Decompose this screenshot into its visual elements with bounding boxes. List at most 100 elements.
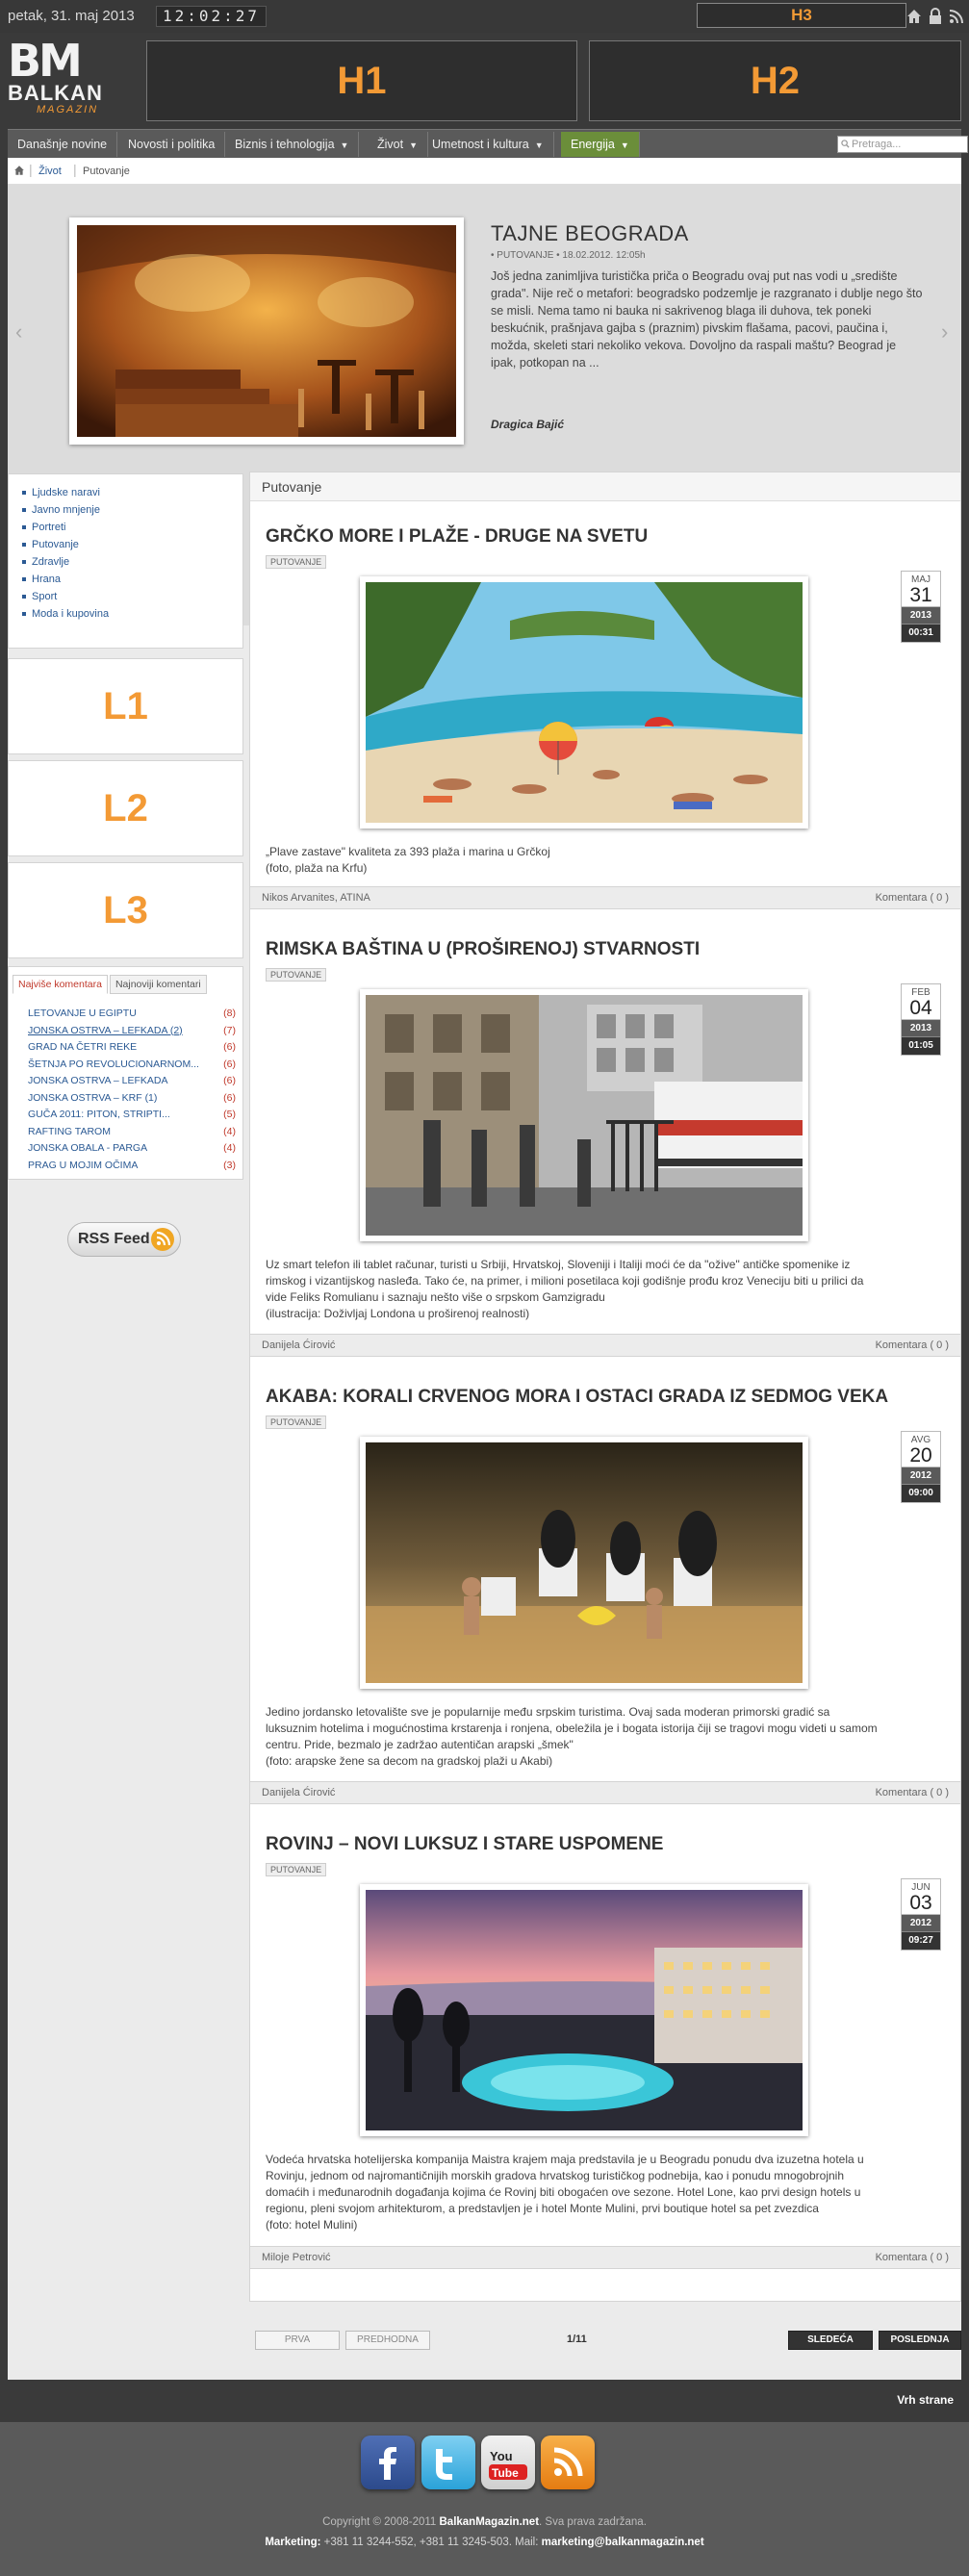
article-title[interactable]: RIMSKA BAŠTINA U (PROŠIRENOJ) STVARNOSTI (266, 939, 700, 960)
comment-title: RAFTING TAROM (28, 1125, 111, 1137)
article-comments-link[interactable]: Komentara ( 0 ) (876, 887, 949, 908)
home-icon[interactable] (13, 165, 25, 176)
h3-ad-slot[interactable]: H3 (697, 3, 906, 28)
featured-title[interactable]: TAJNE BEOGRADA (491, 221, 689, 246)
current-date: petak, 31. maj 2013 (8, 8, 135, 24)
article-datebox: MAJ 31 2013 00:31 (901, 571, 941, 643)
twitter-icon[interactable] (421, 2436, 475, 2489)
article-datebox: FEB 04 2013 01:05 (901, 983, 941, 1056)
main-nav: Današnje novine Novosti i politika Bizni… (8, 129, 968, 158)
category-link[interactable]: Javno mnjenje (22, 501, 242, 519)
category-link[interactable]: Zdravlje (22, 553, 242, 571)
prev-page-button[interactable]: PREDHODNA (345, 2331, 430, 2350)
search-input[interactable]: Pretraga... (837, 136, 968, 153)
rss-feed-button[interactable]: RSS Feed (67, 1222, 181, 1257)
category-link[interactable]: Putovanje (22, 536, 242, 553)
comment-item[interactable]: GUČA 2011: PITON, STRIPTI... (5) (28, 1107, 236, 1124)
rss-signal-icon[interactable] (947, 7, 966, 26)
nav-item-novosti-i-politika[interactable]: Novosti i politika (118, 132, 226, 157)
date-time: 00:31 (902, 624, 940, 642)
comment-count: (5) (223, 1109, 236, 1120)
chevron-down-icon: ▼ (340, 140, 349, 150)
nav-item-umetnost-i-kultura[interactable]: Umetnost i kultura ▼ (422, 132, 554, 157)
article-tag[interactable]: PUTOVANJE (266, 555, 327, 569)
article-comments-link[interactable]: Komentara ( 0 ) (876, 1335, 949, 1356)
svg-text:You: You (490, 2449, 513, 2463)
next-page-button[interactable]: SLEDEĆA (788, 2331, 873, 2350)
article-footer: Danijela Ćirović Komentara ( 0 ) (250, 1781, 960, 1804)
back-to-top-bar: Vrh strane (0, 2380, 969, 2422)
article-image[interactable] (360, 989, 808, 1241)
contact-line: Marketing: +381 11 3244-552, +381 11 324… (0, 2537, 969, 2548)
category-link[interactable]: Portreti (22, 519, 242, 536)
comment-item[interactable]: LETOVANJE U EGIPTU (8) (28, 1006, 236, 1023)
featured-image[interactable] (69, 211, 464, 445)
nav-item-energija[interactable]: Energija ▼ (561, 132, 640, 157)
first-page-button[interactable]: PRVA (255, 2331, 340, 2350)
slider-prev-arrow[interactable]: ‹ (15, 319, 22, 344)
l2-ad-slot[interactable]: L2 (8, 760, 243, 856)
date-day: 31 (909, 584, 932, 606)
comment-item[interactable]: GRAD NA ČETRI REKE (6) (28, 1039, 236, 1057)
digital-clock: 12:02:27 (156, 6, 268, 27)
article-excerpt: Vodeća hrvatska hotelijerska kompanija M… (266, 2153, 864, 2232)
breadcrumb-zivot[interactable]: Život (38, 166, 62, 177)
back-to-top-link[interactable]: Vrh strane (897, 2393, 954, 2407)
last-page-button[interactable]: POSLEDNJA (879, 2331, 961, 2350)
nav-label: Život (377, 138, 404, 151)
facebook-icon[interactable] (361, 2436, 415, 2489)
comment-item[interactable]: JONSKA OSTRVA – LEFKADA (2) (7) (28, 1023, 236, 1040)
category-link[interactable]: Ljudske naravi (22, 484, 242, 501)
article-tag[interactable]: PUTOVANJE (266, 1416, 327, 1429)
comment-title: ŠETNJA PO REVOLUCIONARNOM... (28, 1058, 199, 1070)
tab-latest-comments[interactable]: Najnoviji komentari (109, 975, 207, 994)
article-excerpt: „Plave zastave" kvaliteta za 393 plaža i… (266, 845, 550, 875)
h1-ad-slot[interactable]: H1 (146, 40, 577, 121)
article-card: GRČKO MORE I PLAŽE - DRUGE NA SVETU PUTO… (250, 526, 960, 909)
lock-icon[interactable] (926, 7, 945, 26)
l1-ad-slot[interactable]: L1 (8, 658, 243, 754)
comment-item[interactable]: JONSKA OSTRVA – KRF (1) (6) (28, 1090, 236, 1108)
h2-ad-slot[interactable]: H2 (589, 40, 961, 121)
site-logo[interactable]: BM BALKAN MAGAZIN (8, 35, 131, 117)
rss-icon[interactable] (541, 2436, 595, 2489)
article-image[interactable] (360, 576, 808, 829)
comment-item[interactable]: JONSKA OSTRVA – LEFKADA (6) (28, 1073, 236, 1090)
article-image[interactable] (360, 1884, 808, 2136)
category-link[interactable]: Sport (22, 588, 242, 605)
page-indicator: 1/11 (567, 2334, 587, 2345)
article-tag[interactable]: PUTOVANJE (266, 1863, 327, 1876)
category-link[interactable]: Hrana (22, 571, 242, 588)
article-card: AKABA: KORALI CRVENOG MORA I OSTACI GRAD… (250, 1387, 960, 1804)
logo-bm: BM (8, 35, 83, 87)
article-comments-link[interactable]: Komentara ( 0 ) (876, 2247, 949, 2268)
tab-most-commented[interactable]: Najviše komentara (13, 975, 108, 994)
category-link[interactable]: Moda i kupovina (22, 605, 242, 623)
comment-item[interactable]: ŠETNJA PO REVOLUCIONARNOM... (6) (28, 1057, 236, 1074)
article-title[interactable]: AKABA: KORALI CRVENOG MORA I OSTACI GRAD… (266, 1387, 888, 1408)
article-title[interactable]: GRČKO MORE I PLAŽE - DRUGE NA SVETU (266, 526, 648, 548)
nav-label: Umetnost i kultura (432, 138, 529, 151)
article-comments-link[interactable]: Komentara ( 0 ) (876, 1782, 949, 1803)
nav-item-zivot[interactable]: Život ▼ (368, 132, 429, 157)
l3-ad-slot[interactable]: L3 (8, 862, 243, 958)
nav-item-biznis-i-tehnologija[interactable]: Biznis i tehnologija ▼ (225, 132, 360, 157)
marketing-email-link[interactable]: marketing@balkanmagazin.net (542, 2537, 704, 2548)
chevron-down-icon: ▼ (620, 140, 629, 150)
date-year: 2013 (902, 606, 940, 624)
comment-item[interactable]: PRAG U MOJIM OČIMA (3) (28, 1158, 236, 1175)
home-icon[interactable] (905, 7, 924, 26)
slider-next-arrow[interactable]: › (941, 319, 948, 344)
youtube-icon[interactable]: You Tube (481, 2436, 535, 2489)
article-title[interactable]: ROVINJ – NOVI LUKSUZ I STARE USPOMENE (266, 1834, 663, 1855)
comment-item[interactable]: RAFTING TAROM (4) (28, 1124, 236, 1141)
search-placeholder: Pretraga... (852, 139, 902, 150)
beach-photo (366, 582, 803, 823)
article-image[interactable] (360, 1437, 808, 1689)
article-datebox: AVG 20 2012 09:00 (901, 1431, 941, 1503)
nav-item-danasnje-novine[interactable]: Današnje novine (8, 132, 118, 157)
comment-title: JONSKA OSTRVA – LEFKADA (2) (28, 1024, 183, 1036)
article-tag[interactable]: PUTOVANJE (266, 968, 327, 982)
copyright-site-link[interactable]: BalkanMagazin.net (440, 2516, 540, 2528)
comment-item[interactable]: JONSKA OBALA - PARGA (4) (28, 1140, 236, 1158)
